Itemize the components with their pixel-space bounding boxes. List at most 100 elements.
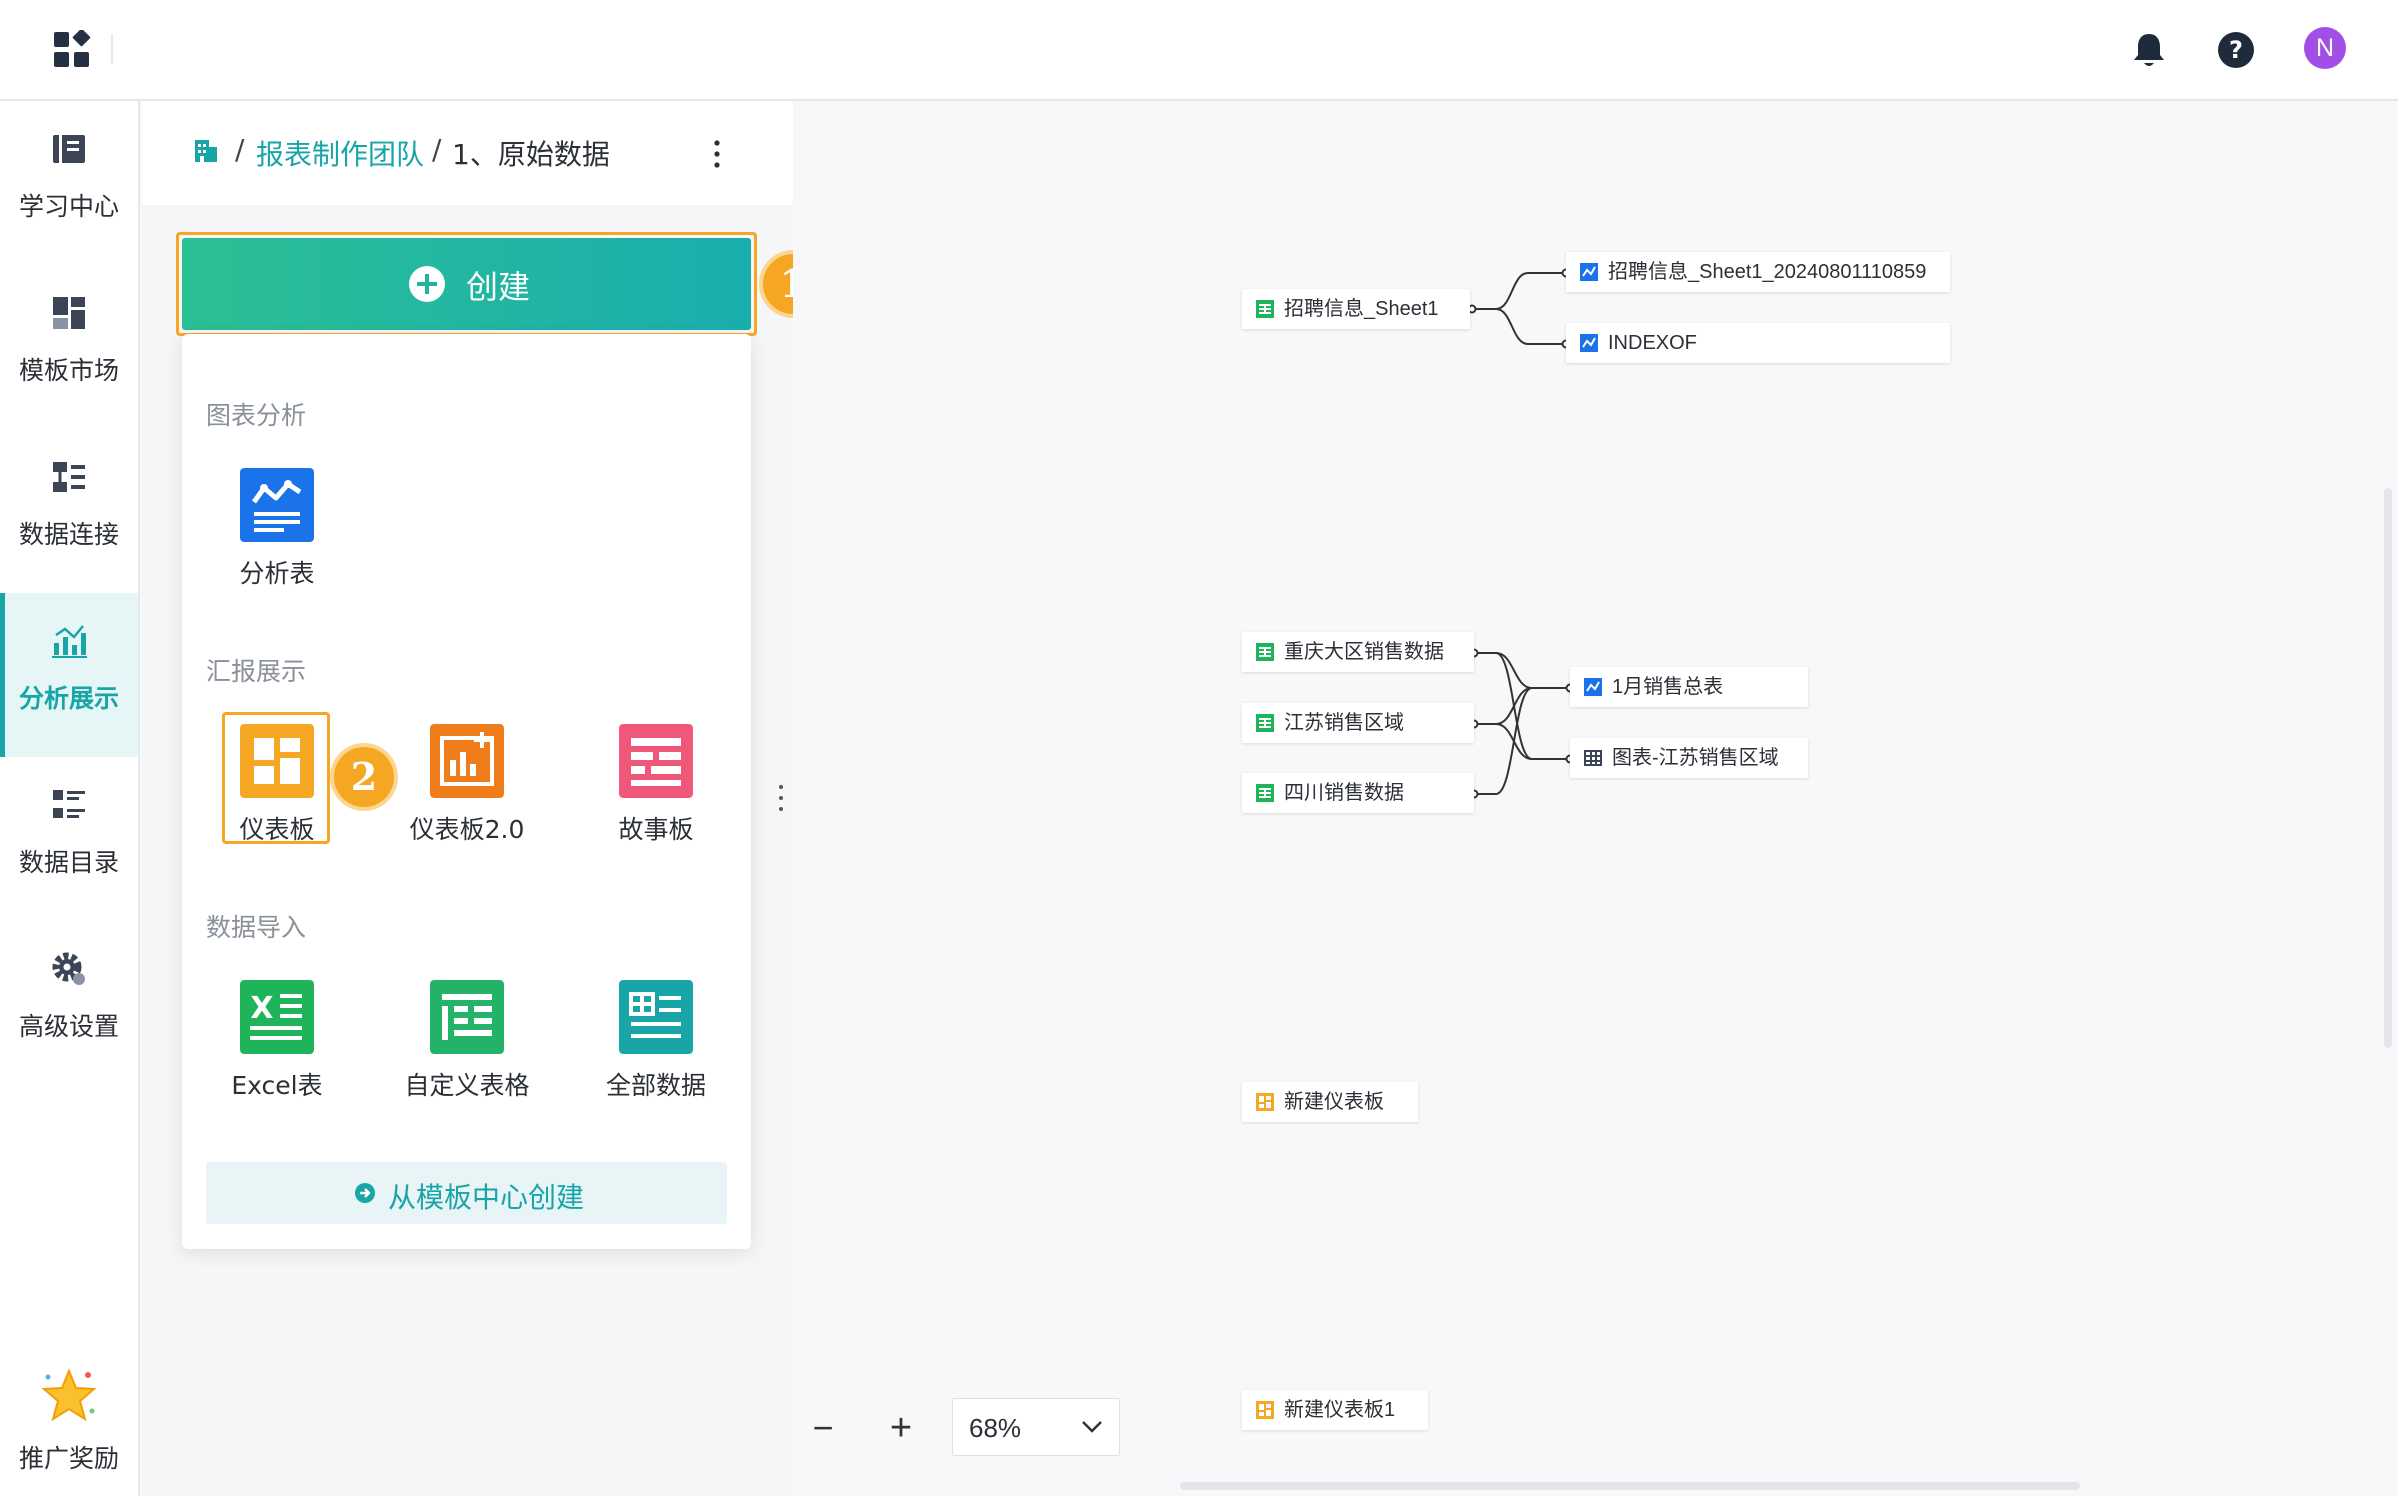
section-title-chart-analysis: 图表分析 — [206, 401, 307, 430]
dashboard-icon — [1256, 1093, 1274, 1111]
storyboard-icon — [619, 724, 693, 798]
help-icon[interactable]: ? — [2214, 28, 2258, 72]
nav-label: 分析展示 — [18, 684, 119, 713]
section-title-report-display: 汇报展示 — [206, 657, 307, 686]
nav-item-data-connection[interactable]: 数据连接 — [0, 429, 138, 593]
zoom-level-value: 68% — [969, 1413, 1022, 1443]
dashboard-tile-highlight — [222, 712, 330, 844]
nav-label: 数据目录 — [18, 848, 119, 877]
grid-table-icon — [1584, 750, 1602, 766]
menu-item-dashboard-2[interactable]: 仪表板2.0 — [372, 724, 562, 848]
step-badge-2: 2 — [334, 747, 394, 807]
nav-label: 推广奖励 — [18, 1444, 119, 1473]
nav-item-template-market[interactable]: 模板市场 — [0, 265, 138, 429]
book-icon — [53, 135, 85, 163]
table-icon — [1256, 643, 1274, 661]
custom-table-icon — [430, 980, 504, 1054]
node-label: 四川销售数据 — [1284, 782, 1404, 804]
breadcrumb-team-link[interactable]: 报表制作团队 — [256, 133, 424, 173]
nav-item-advanced-settings[interactable]: 高级设置 — [0, 921, 138, 1085]
menu-item-storyboard[interactable]: 故事板 — [561, 724, 751, 848]
node-label: 新建仪表板1 — [1284, 1399, 1396, 1421]
svg-text:X: X — [250, 991, 273, 1026]
create-from-template-button[interactable]: 从模板中心创建 — [206, 1162, 727, 1224]
top-divider — [111, 34, 113, 64]
menu-item-excel[interactable]: X Excel表 — [182, 980, 372, 1104]
user-avatar[interactable]: N — [2304, 27, 2346, 69]
breadcrumb-separator: / — [432, 133, 442, 166]
breadcrumb-separator: / — [235, 133, 245, 166]
app-grid-icon[interactable] — [52, 30, 92, 70]
create-button[interactable]: 创建 — [182, 238, 751, 330]
lineage-node-chongqing-sales[interactable]: 重庆大区销售数据 — [1242, 632, 1474, 672]
nav-item-data-catalog[interactable]: 数据目录 — [0, 757, 138, 921]
node-label: INDEXOF — [1608, 332, 1697, 354]
plus-circle-icon — [409, 266, 445, 302]
arrow-circle-right-icon — [355, 1183, 375, 1203]
analysis-table-icon — [1580, 263, 1598, 281]
node-label: 1月销售总表 — [1612, 676, 1724, 698]
tile-label: Excel表 — [231, 1071, 323, 1100]
svg-text:?: ? — [2229, 36, 2243, 64]
node-label: 图表-江苏销售区域 — [1612, 747, 1779, 769]
more-vertical-icon[interactable] — [712, 139, 722, 169]
menu-item-analysis-table[interactable]: 分析表 — [182, 468, 372, 592]
star-reward-icon — [41, 1368, 97, 1422]
tile-label: 自定义表格 — [404, 1071, 530, 1100]
nav-item-analysis-display[interactable]: 分析展示 — [0, 593, 138, 757]
zoom-in-button[interactable]: + — [886, 1409, 916, 1447]
create-button-label: 创建 — [466, 268, 531, 306]
create-dropdown-menu: 图表分析 分析表 汇报展示 仪表板 仪表板2.0 故事板 数据导入 X Exce… — [182, 334, 751, 1249]
nav-label: 高级设置 — [18, 1012, 119, 1041]
zoom-level-select[interactable]: 68% — [952, 1398, 1120, 1456]
tile-label: 全部数据 — [605, 1071, 706, 1100]
panel-resize-handle[interactable] — [777, 784, 785, 812]
menu-item-all-data[interactable]: 全部数据 — [561, 980, 751, 1104]
template-button-label: 从模板中心创建 — [388, 1181, 585, 1214]
analysis-table-icon — [1580, 334, 1598, 352]
nav-label: 数据连接 — [18, 520, 119, 549]
analysis-table-icon — [1584, 678, 1602, 696]
chevron-down-icon — [1082, 1421, 1102, 1433]
nav-label: 模板市场 — [18, 356, 119, 385]
top-bar: ? N — [0, 0, 2398, 101]
building-icon[interactable] — [192, 137, 220, 165]
analysis-table-icon — [240, 468, 314, 542]
lineage-node-sichuan-sales[interactable]: 四川销售数据 — [1242, 773, 1474, 813]
lineage-node-jiangsu-chart[interactable]: 图表-江苏销售区域 — [1570, 738, 1808, 778]
dashboard-icon — [1256, 1401, 1274, 1419]
lineage-node-new-dashboard-1[interactable]: 新建仪表板1 — [1242, 1390, 1428, 1430]
section-title-data-import: 数据导入 — [206, 913, 307, 942]
lineage-canvas[interactable] — [793, 101, 2398, 1496]
lineage-node-recruitment-sheet[interactable]: 招聘信息_Sheet1 — [1242, 289, 1470, 329]
node-label: 重庆大区销售数据 — [1284, 641, 1444, 663]
table-icon — [1256, 300, 1274, 318]
lineage-node-recruitment-analysis[interactable]: 招聘信息_Sheet1_20240801110859 — [1566, 252, 1950, 292]
menu-item-custom-table[interactable]: 自定义表格 — [372, 980, 562, 1104]
template-grid-icon — [53, 297, 85, 329]
lineage-node-indexof[interactable]: INDEXOF — [1566, 323, 1950, 363]
all-data-icon — [619, 980, 693, 1054]
analysis-chart-icon — [52, 625, 87, 658]
gear-icon — [52, 952, 85, 985]
lineage-node-jiangsu-sales[interactable]: 江苏销售区域 — [1242, 703, 1474, 743]
horizontal-scrollbar[interactable] — [1180, 1482, 2080, 1490]
nav-item-learning-center[interactable]: 学习中心 — [0, 101, 138, 265]
tile-label: 故事板 — [618, 815, 694, 844]
node-label: 新建仪表板 — [1284, 1091, 1384, 1113]
bell-icon[interactable] — [2127, 28, 2171, 72]
node-label: 招聘信息_Sheet1_20240801110859 — [1608, 261, 1927, 283]
zoom-out-button[interactable]: − — [808, 1410, 838, 1446]
catalog-list-icon — [53, 790, 85, 818]
lineage-node-january-sales[interactable]: 1月销售总表 — [1570, 667, 1808, 707]
lineage-node-new-dashboard[interactable]: 新建仪表板 — [1242, 1082, 1418, 1122]
tile-label: 分析表 — [239, 559, 315, 588]
nav-label: 学习中心 — [18, 192, 119, 221]
table-icon — [1256, 784, 1274, 802]
nav-item-promotion-rewards[interactable]: 推广奖励 — [0, 1353, 138, 1493]
breadcrumb-current-folder: 1、原始数据 — [452, 138, 610, 171]
node-label: 江苏销售区域 — [1284, 712, 1404, 734]
panel-header: / 报表制作团队 / 1、原始数据 — [142, 101, 793, 205]
vertical-scrollbar[interactable] — [2384, 488, 2392, 1048]
dashboard-2-icon — [430, 724, 504, 798]
